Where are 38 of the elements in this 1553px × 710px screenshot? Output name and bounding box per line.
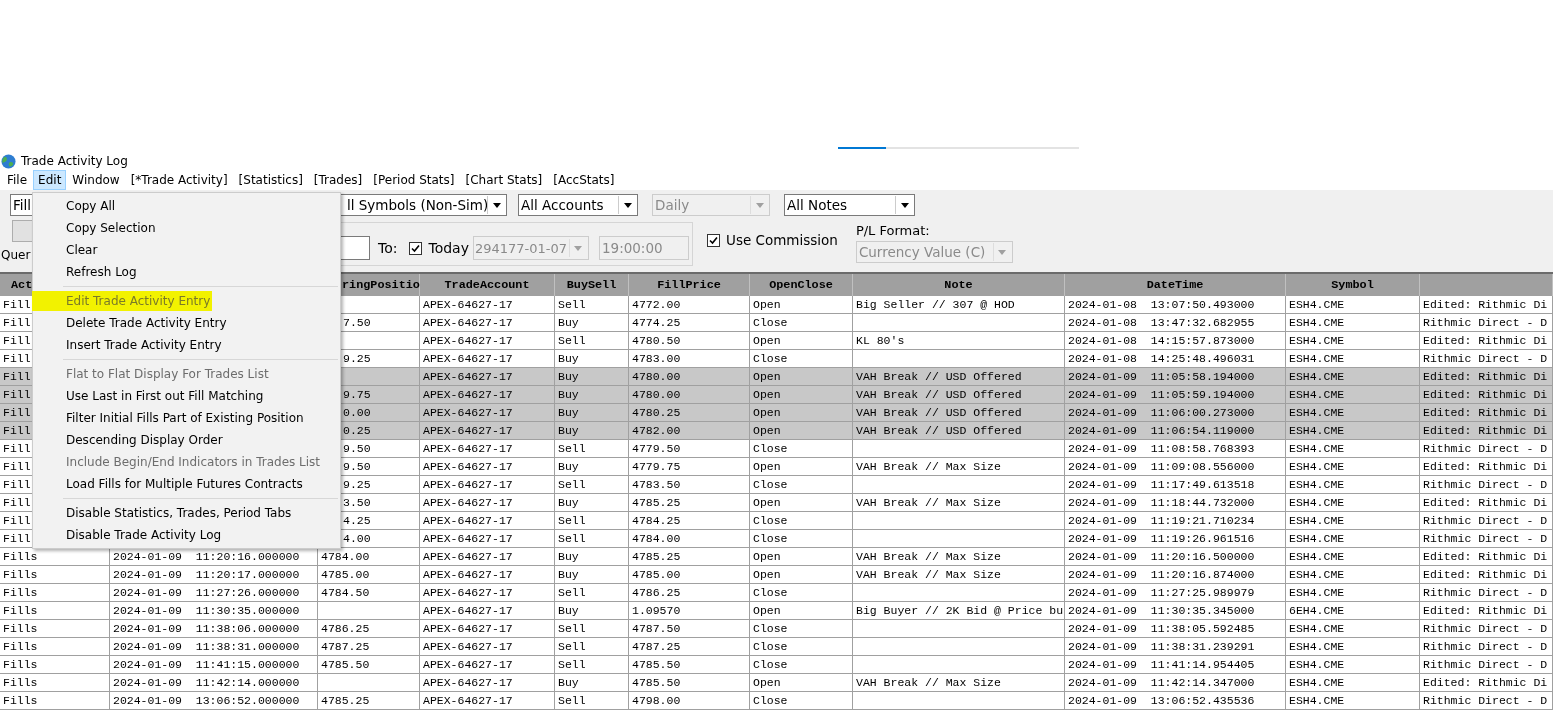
dropdown-arrow-icon [574, 245, 583, 251]
table-cell: Sell [555, 692, 629, 710]
pl-format-label: P/L Format: [855, 223, 931, 238]
table-cell: 2024-01-09 13:06:52.435536 [1065, 692, 1286, 710]
menu-bar-item[interactable]: [Period Stats] [368, 170, 460, 190]
table-cell: Close [750, 692, 853, 710]
menu-bar-item[interactable]: Window [67, 170, 125, 190]
dropdown-arrow-icon [755, 202, 764, 208]
table-cell: 4798.00 [629, 692, 750, 710]
query-label: Quer [1, 248, 31, 262]
globe-icon [1, 153, 16, 169]
filter-dropdown[interactable]: All Accounts [518, 194, 638, 216]
filter-dropdown[interactable]: All Notes [784, 194, 915, 216]
use-commission-label: Use Commission [726, 232, 838, 248]
table-cell: 4785.25 [318, 692, 420, 710]
menu-bar-item[interactable]: [AccStats] [548, 170, 620, 190]
today-label: Today [428, 240, 469, 256]
to-label: To: [378, 240, 398, 256]
menu-item[interactable]: Clear [33, 239, 340, 261]
checkbox[interactable] [707, 233, 720, 247]
table-cell: Rithmic Direct - D [1420, 692, 1553, 710]
dropdown-arrow-icon [900, 202, 909, 208]
dropdown-arrow-icon [492, 202, 501, 208]
menu-bar-item[interactable]: [*Trade Activity] [125, 170, 233, 190]
dropdown-arrow-icon [998, 249, 1007, 255]
table-cell: ESH4.CME [1286, 692, 1420, 710]
dropdown-arrow-icon [623, 202, 632, 208]
menu-bar-item[interactable]: [Chart Stats] [460, 170, 548, 190]
menu-bar-item[interactable]: Edit [33, 170, 67, 190]
table-cell: Fills [0, 692, 110, 710]
checkbox[interactable] [409, 241, 423, 255]
table-cell: 2024-01-09 13:06:52.000000 [110, 692, 318, 710]
menu-bar-item[interactable]: File [2, 170, 33, 190]
menu-item[interactable]: Copy Selection [33, 217, 340, 239]
table-cell: APEX-64627-17 [420, 692, 555, 710]
window-title: Trade Activity Log [21, 154, 128, 168]
menu-bar-item[interactable]: [Statistics] [233, 170, 308, 190]
menu-bar-item[interactable]: [Trades] [308, 170, 368, 190]
